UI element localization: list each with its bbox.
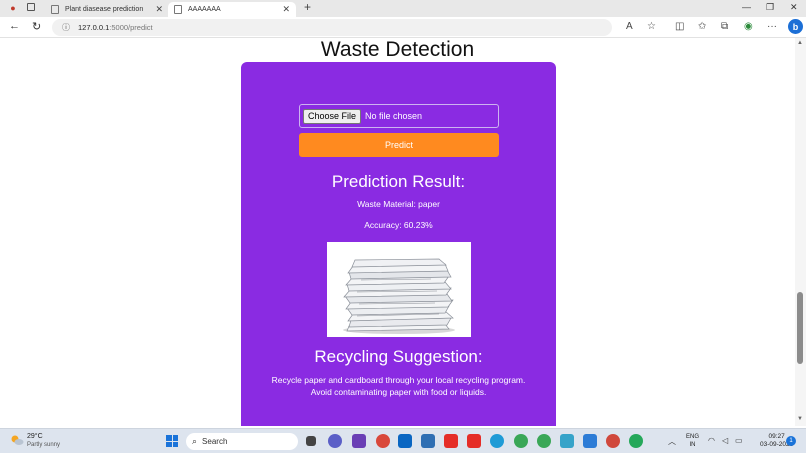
- whatsapp-icon[interactable]: [629, 434, 643, 448]
- tab-title: Plant diasease prediction: [65, 6, 144, 13]
- page-icon: [51, 5, 59, 14]
- close-window-icon[interactable]: ✕: [790, 2, 798, 13]
- uploaded-image: [327, 242, 471, 337]
- workspaces-icon[interactable]: [27, 3, 35, 11]
- chrome-icon[interactable]: [537, 434, 551, 448]
- notification-badge[interactable]: 1: [786, 436, 796, 446]
- store-icon[interactable]: [421, 434, 435, 448]
- battery-icon[interactable]: ▭: [735, 436, 743, 445]
- search-icon: ⌕: [192, 436, 198, 446]
- close-tab-icon[interactable]: ✕: [155, 4, 163, 15]
- game-icon[interactable]: [352, 434, 366, 448]
- predict-button[interactable]: Predict: [299, 133, 499, 157]
- file-input[interactable]: Choose File No file chosen: [299, 104, 499, 128]
- page-title: Waste Detection: [320, 38, 475, 61]
- volume-icon[interactable]: ◁: [722, 436, 728, 445]
- choose-file-button[interactable]: Choose File: [303, 108, 362, 124]
- tab-plant-disease[interactable]: Plant diasease prediction ✕: [45, 2, 169, 17]
- back-icon[interactable]: ←: [9, 20, 20, 32]
- language-code: ENG: [686, 434, 700, 440]
- close-tab-icon[interactable]: ✕: [282, 4, 290, 15]
- file-status: No file chosen: [365, 111, 423, 121]
- weather-description: Partly sunny: [27, 442, 61, 448]
- page-scrollbar[interactable]: ▲ ▼: [795, 38, 806, 426]
- favorites-icon[interactable]: ✩: [698, 21, 706, 32]
- navigation-bar: ← ↻ ⓘ 127.0.0.1:5000/predict A ☆ ◫ ✩ ⧉ ◉…: [0, 17, 806, 38]
- bing-copilot-icon[interactable]: b: [788, 19, 803, 34]
- scroll-down-icon[interactable]: ▼: [797, 416, 803, 422]
- tab-strip: ● Plant diasease prediction ✕ AAAAAAA ✕ …: [0, 0, 806, 17]
- waste-material-text: Waste Material: paper: [357, 199, 440, 209]
- more-menu-icon[interactable]: ···: [767, 21, 777, 32]
- chat-icon[interactable]: [328, 434, 342, 448]
- result-heading: Prediction Result:: [331, 172, 466, 191]
- web-page: Waste Detection Choose File No file chos…: [0, 38, 795, 426]
- split-screen-icon[interactable]: ◫: [675, 21, 684, 32]
- tab-title: AAAAAAA: [188, 6, 221, 13]
- scroll-thumb[interactable]: [797, 292, 803, 364]
- region-code: IN: [689, 442, 696, 448]
- weather-icon[interactable]: [10, 434, 24, 446]
- app-icon[interactable]: [376, 434, 390, 448]
- scroll-up-icon[interactable]: ▲: [797, 40, 803, 46]
- chrome-icon[interactable]: [606, 434, 620, 448]
- address-bar[interactable]: ⓘ 127.0.0.1:5000/predict: [52, 19, 612, 36]
- tab-active[interactable]: AAAAAAA ✕: [168, 2, 296, 17]
- site-info-icon[interactable]: ⓘ: [62, 22, 70, 33]
- start-icon[interactable]: [166, 435, 178, 447]
- refresh-icon[interactable]: ↻: [32, 20, 41, 33]
- youtube-icon[interactable]: [467, 434, 481, 448]
- vscode-icon[interactable]: [583, 434, 597, 448]
- minimize-icon[interactable]: —: [742, 2, 751, 12]
- read-aloud-icon[interactable]: A: [626, 21, 633, 32]
- accuracy-text: Accuracy: 60.23%: [364, 220, 433, 230]
- page-icon: [174, 5, 182, 14]
- youtube-icon[interactable]: [444, 434, 458, 448]
- taskbar-search[interactable]: ⌕ Search: [186, 433, 298, 450]
- paper-stack-image: [327, 242, 471, 337]
- taskbar: 29°C Partly sunny ⌕ Search ︿ ENG IN ◠ ◁ …: [0, 428, 806, 453]
- new-tab-icon[interactable]: +: [304, 0, 311, 14]
- notepad-icon[interactable]: [560, 434, 574, 448]
- language-indicator[interactable]: ENG IN: [686, 433, 699, 449]
- linkedin-icon[interactable]: [398, 434, 412, 448]
- profile-icon[interactable]: ●: [8, 3, 18, 13]
- tray-expand-icon[interactable]: ︿: [668, 436, 676, 447]
- prediction-card: Choose File No file chosen Predict Predi…: [241, 62, 556, 426]
- maximize-icon[interactable]: ❐: [766, 2, 774, 13]
- edge-icon[interactable]: [490, 434, 504, 448]
- extension-icon[interactable]: ◉: [744, 21, 753, 32]
- url-path: :5000/predict: [109, 23, 153, 32]
- url-host: 127.0.0.1: [78, 23, 110, 32]
- wifi-icon[interactable]: ◠: [708, 436, 715, 445]
- weather-temperature: 29°C: [27, 433, 43, 440]
- suggestion-text: Recycle paper and cardboard through your…: [261, 374, 536, 398]
- chrome-icon[interactable]: [514, 434, 528, 448]
- suggestion-heading: Recycling Suggestion:: [314, 347, 483, 366]
- search-label: Search: [202, 437, 228, 446]
- favorite-star-icon[interactable]: ☆: [647, 21, 656, 32]
- suggestion-line: Avoid contaminating paper with food or l…: [310, 387, 487, 397]
- suggestion-line: Recycle paper and cardboard through your…: [271, 375, 526, 385]
- task-view-icon[interactable]: [306, 436, 316, 446]
- collections-icon[interactable]: ⧉: [721, 21, 728, 32]
